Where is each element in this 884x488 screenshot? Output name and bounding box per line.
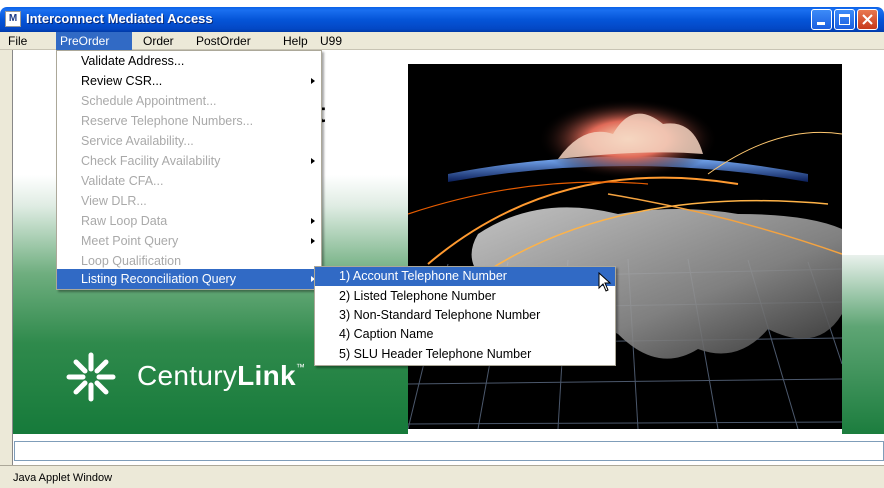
menu-item-label: Schedule Appointment... xyxy=(81,94,217,108)
window-title: Interconnect Mediated Access xyxy=(26,11,213,26)
menu-u99[interactable]: U99 xyxy=(316,32,346,50)
menu-help[interactable]: Help xyxy=(279,32,312,50)
menu-item-label: Service Availability... xyxy=(81,134,194,148)
menu-item-meet-point-query[interactable]: Meet Point Query xyxy=(57,231,321,251)
menu-item-label: Check Facility Availability xyxy=(81,154,221,168)
preorder-menu: Validate Address... Review CSR... Schedu… xyxy=(56,50,322,290)
menu-item-label: Validate Address... xyxy=(81,54,185,68)
menu-order[interactable]: Order xyxy=(139,32,178,50)
menu-item-reserve-telephone-numbers[interactable]: Reserve Telephone Numbers... xyxy=(57,111,321,131)
menu-item-label: Raw Loop Data xyxy=(81,214,168,228)
app-icon[interactable]: M xyxy=(5,11,21,27)
mouse-cursor-icon xyxy=(598,272,612,292)
submenu-arrow-icon xyxy=(311,238,315,244)
title-bar: M Interconnect Mediated Access xyxy=(0,7,884,32)
menu-item-listing-reconciliation-query[interactable]: Listing Reconciliation Query xyxy=(57,269,321,289)
menu-item-validate-address[interactable]: Validate Address... xyxy=(57,51,321,71)
maximize-icon xyxy=(839,14,850,25)
minimize-button[interactable] xyxy=(811,9,832,30)
submenu-arrow-icon xyxy=(311,158,315,164)
menu-item-validate-cfa[interactable]: Validate CFA... xyxy=(57,171,321,191)
menu-item-view-dlr[interactable]: View DLR... xyxy=(57,191,321,211)
close-icon xyxy=(862,14,873,25)
menu-item-check-facility-availability[interactable]: Check Facility Availability xyxy=(57,151,321,171)
menu-item-raw-loop-data[interactable]: Raw Loop Data xyxy=(57,211,321,231)
logo-text-bold: Link xyxy=(237,360,296,391)
menu-preorder[interactable]: PreOrder xyxy=(56,32,132,50)
menu-item-label: View DLR... xyxy=(81,194,147,208)
menu-item-schedule-appointment[interactable]: Schedule Appointment... xyxy=(57,91,321,111)
menu-item-loop-qualification[interactable]: Loop Qualification xyxy=(57,251,321,271)
menu-bar: File PreOrder Order PostOrder Help U99 xyxy=(0,32,884,50)
menu-item-label: Validate CFA... xyxy=(81,174,164,188)
centurylink-logo-icon xyxy=(66,352,116,402)
menu-postorder[interactable]: PostOrder xyxy=(192,32,255,50)
globe-illustration xyxy=(408,64,842,429)
submenu-item-listed-telephone-number[interactable]: 2) Listed Telephone Number xyxy=(315,287,615,306)
centurylink-logo-text: CenturyLink™ xyxy=(137,360,305,392)
menu-file[interactable]: File xyxy=(4,32,31,50)
globe-image xyxy=(408,64,842,429)
submenu-arrow-icon xyxy=(311,78,315,84)
listing-reconciliation-submenu: 1) Account Telephone Number 2) Listed Te… xyxy=(314,266,616,366)
menu-item-label: Meet Point Query xyxy=(81,234,179,248)
logo-trademark: ™ xyxy=(295,362,306,372)
submenu-item-non-standard-telephone-number[interactable]: 3) Non-Standard Telephone Number xyxy=(315,306,615,325)
command-input[interactable] xyxy=(14,441,884,461)
submenu-item-caption-name[interactable]: 4) Caption Name xyxy=(315,325,615,344)
status-bar: Java Applet Window xyxy=(0,465,884,488)
menu-item-review-csr[interactable]: Review CSR... xyxy=(57,71,321,91)
menu-item-label: Loop Qualification xyxy=(81,254,182,268)
submenu-arrow-icon xyxy=(311,218,315,224)
submenu-item-account-telephone-number[interactable]: 1) Account Telephone Number xyxy=(315,267,615,286)
close-button[interactable] xyxy=(857,9,878,30)
submenu-item-slu-header-telephone-number[interactable]: 5) SLU Header Telephone Number xyxy=(315,345,615,364)
menu-item-label: Listing Reconciliation Query xyxy=(81,272,236,286)
maximize-button[interactable] xyxy=(834,9,855,30)
splash-green-edge xyxy=(842,255,884,434)
minimize-icon xyxy=(817,22,825,25)
logo-text-light: Century xyxy=(137,360,238,391)
menu-item-label: Reserve Telephone Numbers... xyxy=(81,114,254,128)
status-text: Java Applet Window xyxy=(13,472,113,484)
menu-item-label: Review CSR... xyxy=(81,74,163,88)
menu-item-service-availability[interactable]: Service Availability... xyxy=(57,131,321,151)
